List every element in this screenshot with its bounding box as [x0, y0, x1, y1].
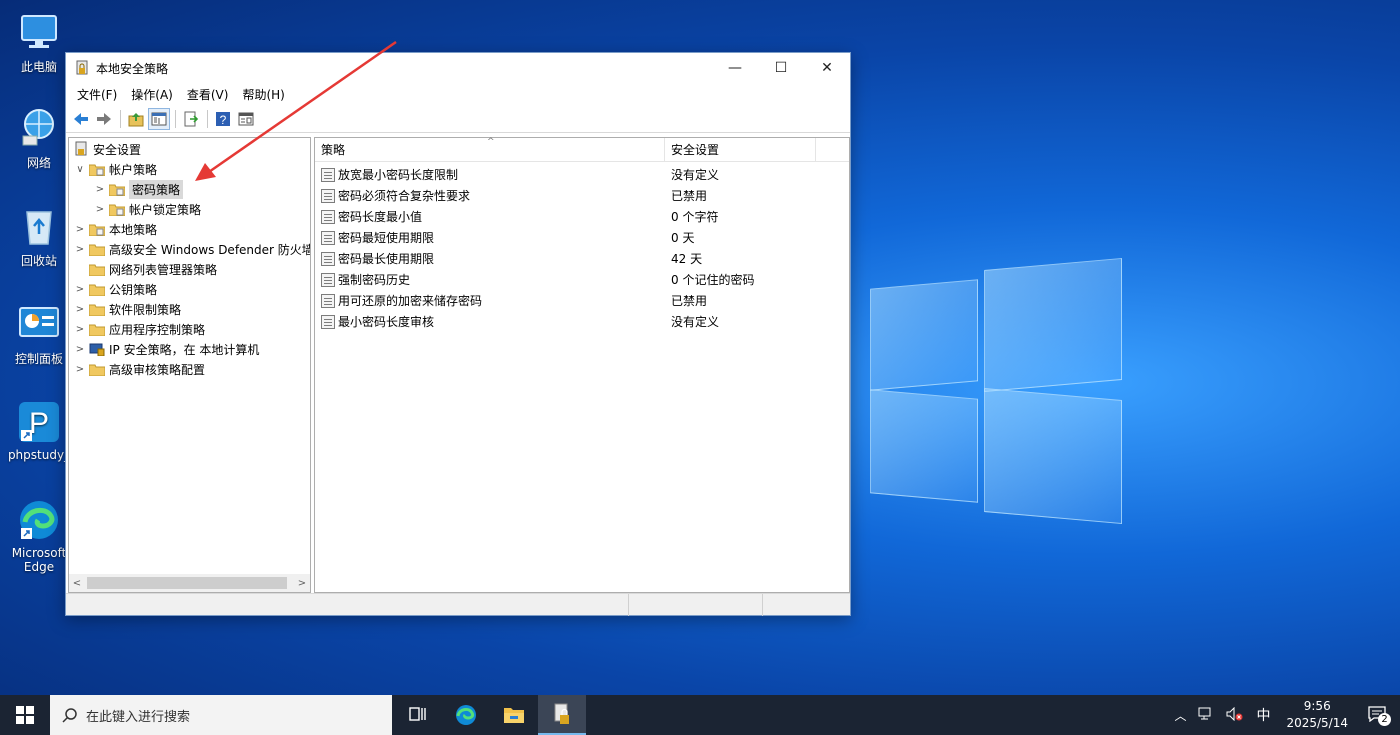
task-view-button[interactable] — [394, 695, 442, 735]
taskbar: 在此键入进行搜索 ︿ 中 9:56 2025/5/14 2 — [0, 695, 1400, 735]
clock-date: 2025/5/14 — [1286, 716, 1348, 730]
system-tray: ︿ 中 9:56 2025/5/14 2 — [1168, 695, 1400, 735]
show-hidden-icons-chevron-up-icon[interactable]: ︿ — [1168, 707, 1192, 724]
taskbar-clock[interactable]: 9:56 2025/5/14 — [1276, 698, 1358, 732]
ime-indicator[interactable]: 中 — [1250, 705, 1276, 725]
task-view-icon — [409, 707, 426, 721]
notification-center-button[interactable]: 2 — [1358, 705, 1400, 726]
start-button[interactable] — [0, 695, 50, 735]
file-explorer-icon — [504, 708, 524, 723]
taskbar-search-box[interactable]: 在此键入进行搜索 — [50, 695, 392, 735]
notification-badge: 2 — [1378, 712, 1391, 726]
clock-time: 9:56 — [1303, 699, 1331, 713]
security-policy-app-icon — [554, 703, 569, 724]
annotation-arrow — [195, 40, 397, 181]
network-status-icon[interactable] — [1192, 707, 1220, 724]
taskbar-local-security-policy[interactable] — [538, 695, 586, 735]
search-icon — [62, 708, 77, 723]
search-placeholder: 在此键入进行搜索 — [86, 709, 191, 725]
taskbar-edge[interactable] — [442, 695, 490, 735]
volume-muted-icon[interactable] — [1220, 706, 1250, 724]
windows-start-icon — [16, 706, 34, 724]
edge-icon — [456, 705, 476, 725]
taskbar-file-explorer[interactable] — [490, 695, 538, 735]
